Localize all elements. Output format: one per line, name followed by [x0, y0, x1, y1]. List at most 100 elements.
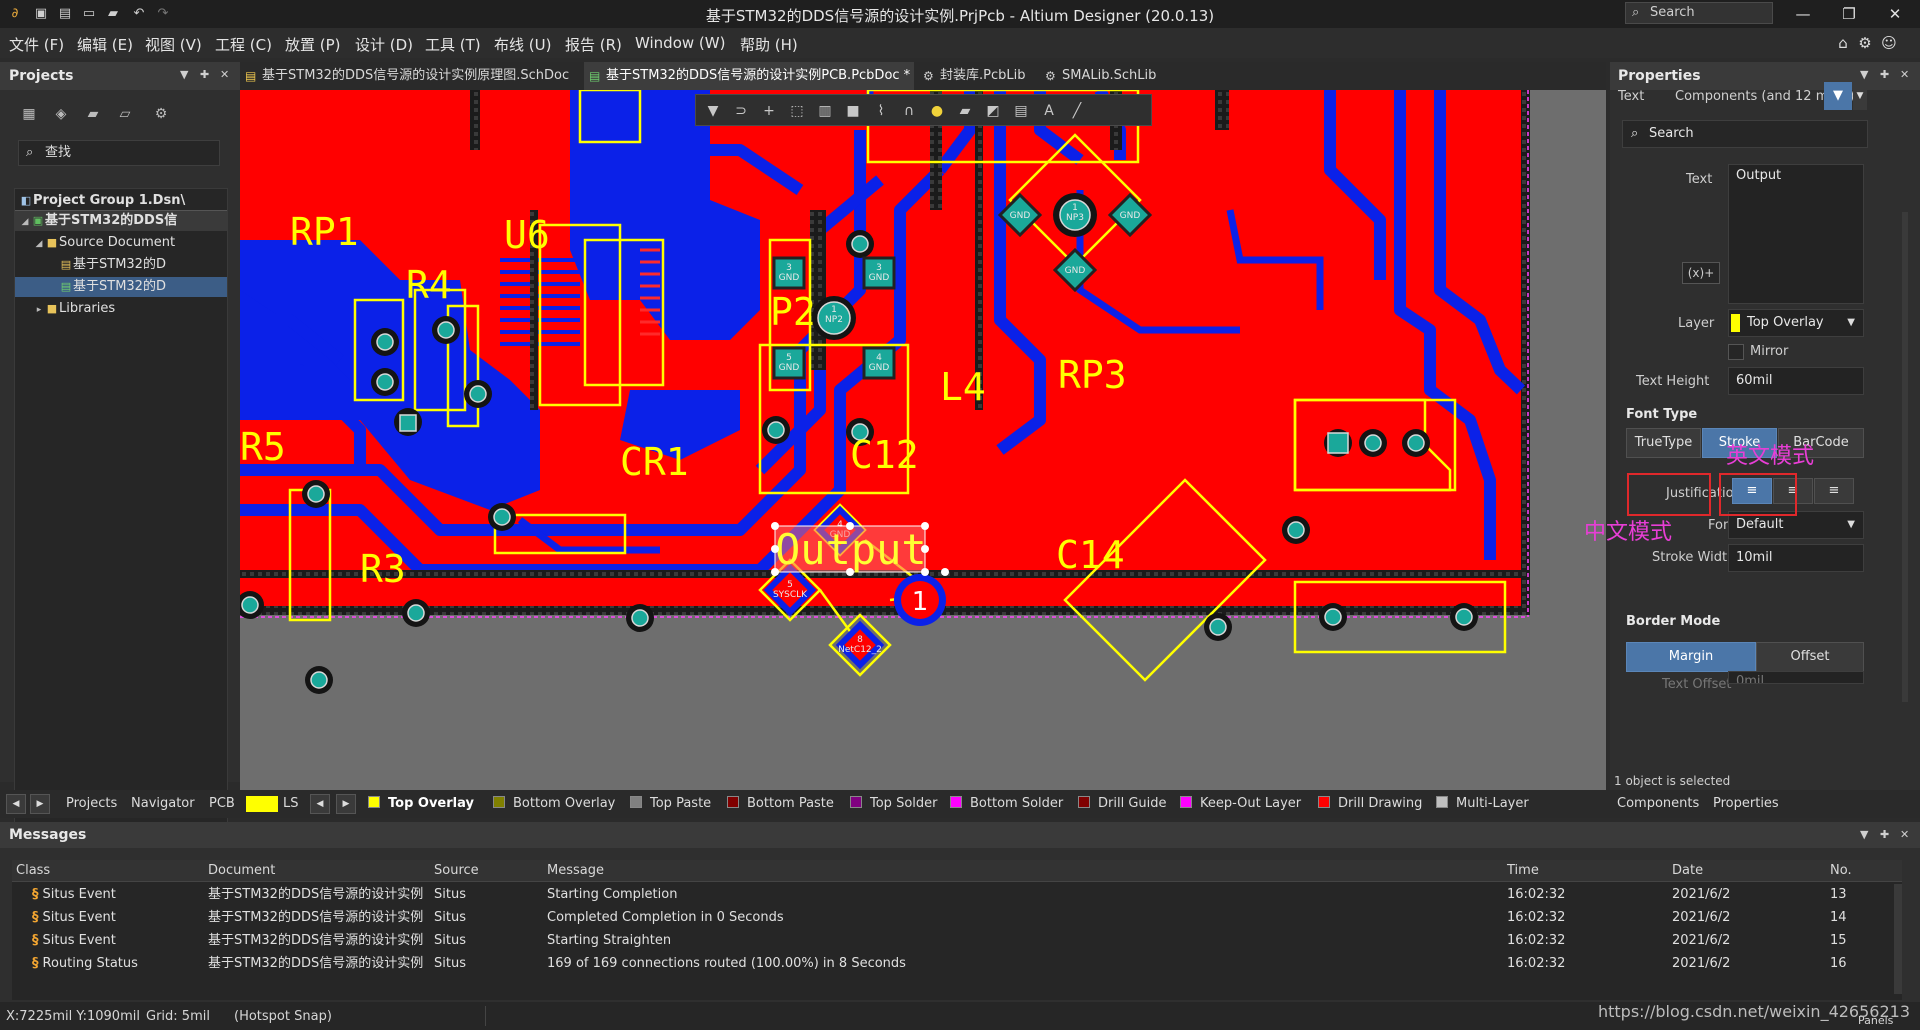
collapse-arrow-icon[interactable]: ◢	[19, 212, 31, 231]
font-type-truetype-button[interactable]: TrueType	[1626, 428, 1701, 458]
tree-item-schematic[interactable]: ▤ 基于STM32的D	[15, 255, 227, 275]
layer-tab-bottom-overlay[interactable]: Bottom Overlay	[493, 790, 615, 818]
save-project-icon[interactable]: ▦	[20, 106, 38, 124]
stroke-width-input[interactable]: 10mil	[1728, 544, 1864, 572]
layer-tab-top-overlay[interactable]: Top Overlay	[368, 790, 474, 818]
justify-right-button[interactable]: ≡	[1814, 478, 1854, 504]
menu-edit[interactable]: 编辑 (E)	[77, 34, 133, 55]
layer-tab-multi-layer[interactable]: Multi-Layer	[1436, 790, 1529, 818]
font-select[interactable]: Default ▼	[1728, 511, 1864, 539]
layer-set-button[interactable]: LS	[283, 790, 299, 818]
panel-tab-projects[interactable]: Projects	[66, 790, 117, 818]
layer-tab-drill-drawing[interactable]: Drill Drawing	[1318, 790, 1422, 818]
menu-place[interactable]: 放置 (P)	[285, 34, 341, 55]
filter-dropdown-button[interactable]: ▼	[1853, 82, 1867, 110]
selected-text-object[interactable]: Output	[771, 522, 949, 576]
border-mode-margin-button[interactable]: Margin	[1626, 642, 1756, 672]
pin-icon[interactable]: ✚	[1880, 68, 1889, 81]
panel-menu-icon[interactable]: ▼	[180, 68, 188, 81]
panel-close-icon[interactable]: ✕	[1900, 828, 1909, 841]
current-layer-swatch[interactable]	[246, 796, 278, 812]
menu-file[interactable]: 文件 (F)	[9, 34, 64, 55]
folder-settings-icon[interactable]: ▱	[116, 106, 134, 124]
column-message[interactable]: Message	[547, 863, 604, 878]
open-icon[interactable]: ▭	[80, 5, 98, 23]
tab-pcblib[interactable]: ⚙ 封装库.PcbLib	[918, 62, 1036, 90]
pin-icon[interactable]: ✚	[200, 68, 209, 81]
column-time[interactable]: Time	[1507, 863, 1539, 878]
text-offset-input[interactable]: 0mil	[1728, 671, 1864, 684]
menu-design[interactable]: 设计 (D)	[355, 34, 413, 55]
route-selection-icon[interactable]: ⊃	[730, 100, 752, 122]
table-row[interactable]: § Situs Event 基于STM32的DDS信号源的设计实例 Situs Star…	[12, 929, 1902, 952]
table-row[interactable]: § Routing Status 基于STM32的DDS信号源的设计实例 Situs 1…	[12, 952, 1902, 975]
compile-icon[interactable]: ◈	[52, 106, 70, 124]
panel-tab-properties[interactable]: Properties	[1713, 790, 1779, 818]
panel-menu-icon[interactable]: ▼	[1860, 68, 1868, 81]
layer-tab-top-paste[interactable]: Top Paste	[630, 790, 711, 818]
messages-scrollbar[interactable]	[1894, 884, 1902, 994]
table-row[interactable]: § Situs Event 基于STM32的DDS信号源的设计实例 Situs Star…	[12, 883, 1902, 906]
tree-item-project-group[interactable]: ◧ Project Group 1.Dsn\	[15, 191, 227, 211]
select-rectangle-icon[interactable]: ⬚	[786, 100, 808, 122]
border-mode-offset-button[interactable]: Offset	[1756, 642, 1864, 672]
redo-icon[interactable]: ↷	[154, 5, 172, 23]
via-icon[interactable]: ●	[926, 100, 948, 122]
save-all-icon[interactable]: ▤	[56, 5, 74, 23]
layer-tab-keep-out-layer[interactable]: Keep-Out Layer	[1180, 790, 1301, 818]
diff-pair-icon[interactable]: ∩	[898, 100, 920, 122]
projects-search-input[interactable]: ⌕ 查找	[18, 140, 220, 166]
tab-schematic[interactable]: ▤ 基于STM32的DDS信号源的设计实例原理图.SchDoc	[240, 62, 584, 90]
layer-tab-drill-guide[interactable]: Drill Guide	[1078, 790, 1167, 818]
column-date[interactable]: Date	[1672, 863, 1703, 878]
column-class[interactable]: Class	[16, 863, 50, 878]
save-icon[interactable]: ▣	[32, 5, 50, 23]
properties-scrollbar[interactable]	[1902, 212, 1908, 702]
layer-next-button[interactable]: ▶	[336, 794, 356, 814]
minimize-button[interactable]: —	[1780, 0, 1826, 28]
component-icon[interactable]: ■	[842, 100, 864, 122]
menu-reports[interactable]: 报告 (R)	[565, 34, 622, 55]
layer-select[interactable]: Top Overlay ▼	[1728, 309, 1864, 337]
polygon-icon[interactable]: ▰	[954, 100, 976, 122]
align-icon[interactable]: ▥	[814, 100, 836, 122]
panel-tab-navigator[interactable]: Navigator	[131, 790, 195, 818]
menu-route[interactable]: 布线 (U)	[494, 34, 551, 55]
panel-close-icon[interactable]: ✕	[1900, 68, 1909, 81]
menu-window[interactable]: Window (W)	[635, 34, 725, 52]
insert-special-string-button[interactable]: (x)+	[1682, 262, 1720, 284]
gear-icon[interactable]: ⚙	[1856, 34, 1874, 52]
layer-tab-bottom-solder[interactable]: Bottom Solder	[950, 790, 1063, 818]
tree-item-project[interactable]: ◢ ▣ 基于STM32的DDS信	[15, 211, 227, 231]
region-icon[interactable]: ◩	[982, 100, 1004, 122]
text-value-input[interactable]: Output	[1728, 164, 1864, 304]
route-icon[interactable]: ⌇	[870, 100, 892, 122]
global-search-input[interactable]: ⌕ Search	[1625, 2, 1773, 24]
filter-icon[interactable]: ▼	[702, 100, 724, 122]
user-icon[interactable]: ☺	[1880, 34, 1898, 52]
collapse-arrow-icon[interactable]: ◢	[33, 234, 45, 253]
tree-item-libraries[interactable]: ▸ ■ Libraries	[15, 299, 227, 319]
column-source[interactable]: Source	[434, 863, 479, 878]
layer-tab-top-solder[interactable]: Top Solder	[850, 790, 937, 818]
mirror-checkbox[interactable]	[1728, 344, 1744, 360]
expand-arrow-icon[interactable]: ▸	[33, 300, 45, 319]
pcb-canvas[interactable]: RP1 U6 R4 P2 L4 RP3 R5 CR1 C12 R3 C14 3 …	[240, 90, 1606, 790]
panel-close-icon[interactable]: ✕	[220, 68, 229, 81]
layer-tab-bottom-paste[interactable]: Bottom Paste	[727, 790, 834, 818]
selection-filter-button[interactable]: ▼	[1824, 82, 1852, 110]
string-icon[interactable]: A	[1038, 100, 1060, 122]
add-icon[interactable]: +	[758, 100, 780, 122]
tree-item-source-documents[interactable]: ◢ ■ Source Document	[15, 233, 227, 253]
dimension-icon[interactable]: ▤	[1010, 100, 1032, 122]
menu-view[interactable]: 视图 (V)	[145, 34, 202, 55]
column-no[interactable]: No.	[1830, 863, 1852, 878]
table-row[interactable]: § Situs Event 基于STM32的DDS信号源的设计实例 Situs Comp…	[12, 906, 1902, 929]
home-icon[interactable]: ⌂	[1834, 34, 1852, 52]
column-document[interactable]: Document	[208, 863, 275, 878]
layer-prev-button[interactable]: ◀	[310, 794, 330, 814]
tab-pcb[interactable]: ▤ 基于STM32的DDS信号源的设计实例PCB.PcbDoc *	[584, 62, 914, 90]
line-icon[interactable]: ╱	[1066, 100, 1088, 122]
panel-menu-icon[interactable]: ▼	[1860, 828, 1868, 841]
tab-schlib[interactable]: ⚙ SMALib.SchLib	[1040, 62, 1170, 90]
